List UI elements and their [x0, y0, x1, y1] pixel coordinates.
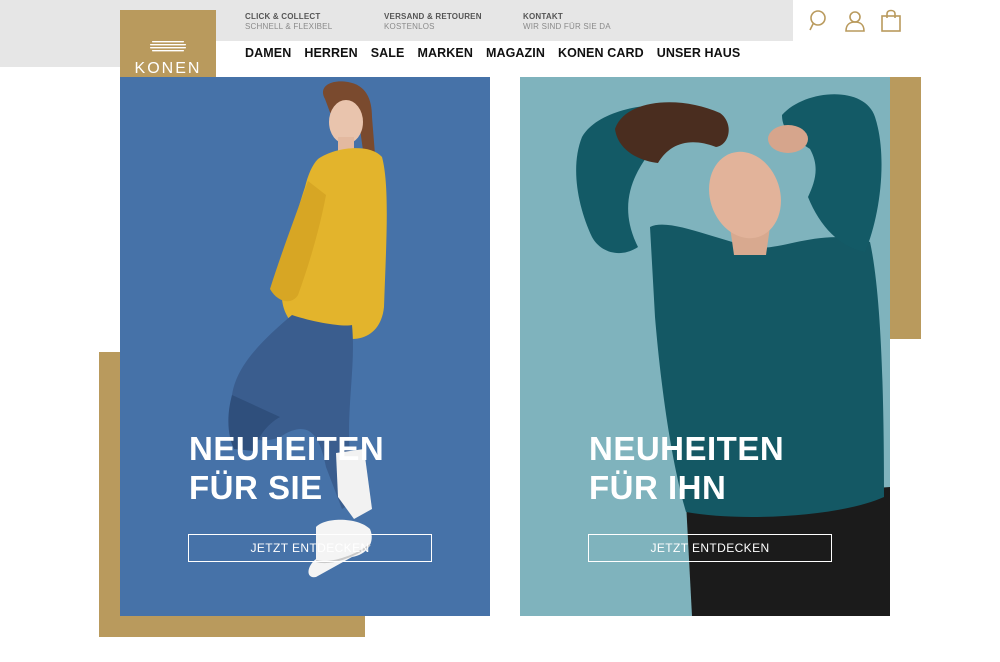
discover-men-button[interactable]: JETZT ENTDECKEN [588, 534, 832, 562]
teaser-men-headline: NEUHEITEN FÜR IHN [589, 429, 784, 507]
nav-item-konen-card[interactable]: KONEN CARD [558, 46, 644, 60]
info-subtitle: SCHNELL & FLEXIBEL [245, 22, 333, 31]
gold-accent-block-right [890, 77, 921, 339]
teaser-men[interactable]: NEUHEITEN FÜR IHN JETZT ENTDECKEN [520, 77, 890, 616]
headline-line-1: NEUHEITEN [589, 430, 785, 467]
info-title: CLICK & COLLECT [245, 12, 321, 21]
info-title: KONTAKT [523, 12, 563, 21]
nav-item-sale[interactable]: SALE [371, 46, 405, 60]
info-shipping-returns[interactable]: VERSAND & RETOUREN KOSTENLOS [384, 12, 482, 32]
main-nav: DAMEN HERREN SALE MARKEN MAGAZIN KONEN C… [245, 46, 753, 60]
info-subtitle: KOSTENLOS [384, 22, 435, 31]
headline-line-2: FÜR IHN [589, 469, 727, 506]
user-icon[interactable] [843, 9, 867, 33]
teaser-women-headline: NEUHEITEN FÜR SIE [189, 429, 384, 507]
info-title: VERSAND & RETOUREN [384, 12, 482, 21]
nav-item-marken[interactable]: MARKEN [417, 46, 472, 60]
nav-item-damen[interactable]: DAMEN [245, 46, 291, 60]
headline-line-1: NEUHEITEN [189, 430, 385, 467]
headline-line-2: FÜR SIE [189, 469, 323, 506]
info-subtitle: WIR SIND FÜR SIE DA [523, 22, 611, 31]
nav-item-herren[interactable]: HERREN [304, 46, 357, 60]
search-icon[interactable] [807, 9, 831, 33]
teaser-women[interactable]: NEUHEITEN FÜR SIE JETZT ENTDECKEN [120, 77, 490, 616]
logo-text: KONEN [134, 59, 202, 77]
nav-item-unser-haus[interactable]: UNSER HAUS [657, 46, 741, 60]
nav-item-magazin[interactable]: MAGAZIN [486, 46, 545, 60]
discover-women-button[interactable]: JETZT ENTDECKEN [188, 534, 432, 562]
shopping-bag-icon[interactable] [879, 9, 903, 33]
logo-mark-icon [150, 40, 186, 51]
info-click-collect[interactable]: CLICK & COLLECT SCHNELL & FLEXIBEL [245, 12, 332, 32]
info-contact[interactable]: KONTAKT WIR SIND FÜR SIE DA [523, 12, 611, 32]
